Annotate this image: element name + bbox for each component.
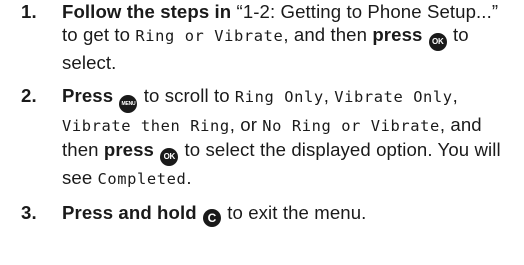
- step-text: .: [186, 166, 192, 188]
- step-text: ,: [323, 84, 335, 106]
- step-lead: Press and hold: [62, 201, 197, 223]
- step-text: ,: [452, 84, 458, 106]
- step-text: , or: [229, 114, 263, 135]
- lcd-option-vibrate-then-ring: Vibrate then Ring: [62, 117, 230, 135]
- step-2: 2. Press MENU to scroll to Ring Only, Vib…: [0, 84, 524, 191]
- step-number: 3.: [21, 201, 37, 223]
- lcd-option-vibrate-only: Vibrate Only: [334, 87, 453, 106]
- lcd-option-ring-or-vibrate: Ring or Vibrate: [135, 27, 284, 45]
- ok-key-icon: OK: [160, 147, 179, 166]
- lcd-option-no-ring-or-vibrate: No Ring or Vibrate: [262, 117, 440, 135]
- step-number: 2.: [21, 84, 37, 106]
- c-key-icon: C: [202, 209, 221, 227]
- step-action: press: [372, 24, 423, 45]
- ok-key-icon: OK: [428, 32, 447, 51]
- step-3: 3. Press and hold C to exit the menu.: [0, 201, 524, 227]
- step-number: 1.: [21, 1, 37, 22]
- step-lead: Press: [62, 84, 114, 106]
- menu-key-icon: MENU: [119, 95, 138, 113]
- step-action: press: [103, 139, 154, 160]
- step-1: 1. Follow the steps in “1-2: Getting to P…: [0, 0, 524, 74]
- step-text: to exit the menu.: [221, 201, 367, 223]
- step-lead: Follow the steps in: [62, 1, 232, 22]
- lcd-option-ring-only: Ring Only: [234, 87, 324, 106]
- step-text: , and then: [283, 24, 373, 45]
- instruction-steps: 1. Follow the steps in “1-2: Getting to P…: [0, 0, 524, 227]
- lcd-completed-message: Completed: [97, 169, 187, 188]
- step-text: to scroll to: [138, 84, 235, 106]
